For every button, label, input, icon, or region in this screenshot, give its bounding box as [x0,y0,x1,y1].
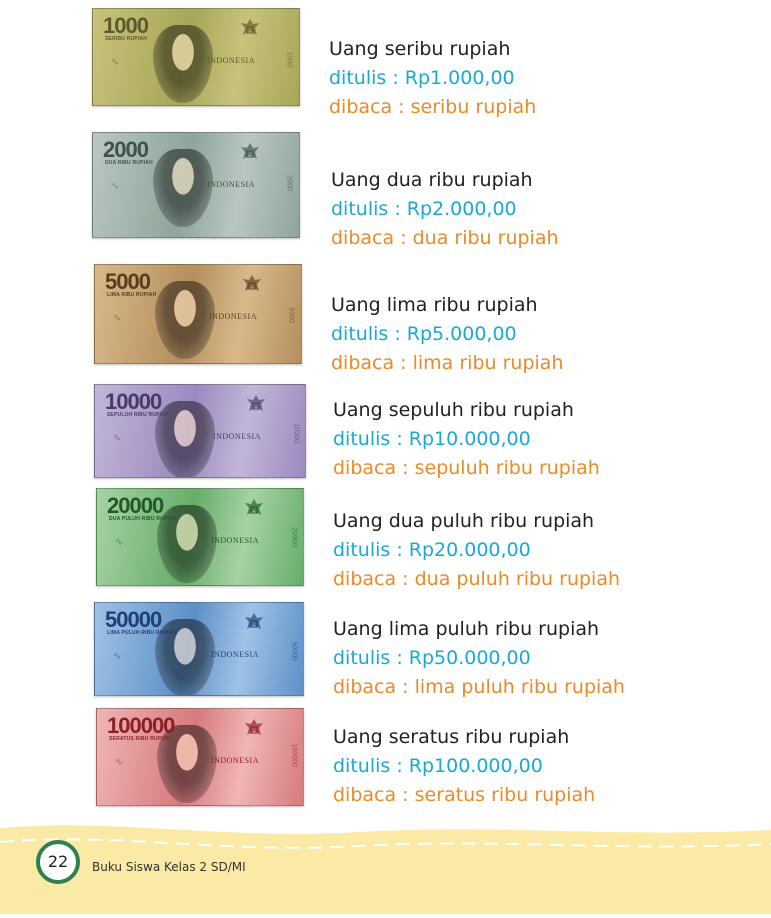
read-form: dibaca : lima ribu rupiah [331,352,564,374]
note-title: Uang lima puluh ribu rupiah [333,618,600,640]
written-form: ditulis : Rp1.000,00 [329,67,515,89]
portrait-image [153,149,213,227]
denomination-words: SERIBU RUPIAH [105,36,148,42]
banknote-10000: 10000 SEPULUH RIBU RUPIAH ∿ INDONESIA 10000 [94,384,306,478]
written-form: ditulis : Rp10.000,00 [333,428,531,450]
written-form: ditulis : Rp5.000,00 [331,323,517,345]
vertical-denomination: 2000 [286,175,293,191]
read-form: dibaca : dua ribu rupiah [331,227,559,249]
denomination-words: LIMA PULUH RIBU RUPIAH [107,630,177,636]
country-name: INDONESIA [210,536,259,545]
vertical-denomination: 10000 [292,423,299,443]
signature-mark: ∿ [111,57,120,68]
denomination-words: SEPULUH RIBU RUPIAH [107,412,169,418]
note-title: Uang seribu rupiah [329,38,511,60]
denomination-words: SERATUS RIBU RUPIAH [109,736,171,742]
portrait-image [155,281,215,359]
written-form: ditulis : Rp100.000,00 [333,755,543,777]
vertical-denomination: 50000 [290,641,297,661]
vertical-denomination: 5000 [288,307,295,323]
note-title: Uang dua ribu rupiah [331,169,533,191]
portrait-image [153,25,213,103]
read-form: dibaca : lima puluh ribu rupiah [333,676,625,698]
signature-mark: ∿ [115,757,124,768]
signature-mark: ∿ [113,313,122,324]
country-name: INDONESIA [208,312,257,321]
signature-mark: ∿ [111,181,120,192]
country-name: INDONESIA [206,180,255,189]
country-name: INDONESIA [210,650,259,659]
signature-mark: ∿ [113,433,122,444]
garuda-emblem-icon [245,499,263,515]
garuda-emblem-icon [247,395,265,411]
garuda-emblem-icon [245,613,263,629]
denomination-words: LIMA RIBU RUPIAH [107,292,157,298]
banknote-2000: 2000 DUA RIBU RUPIAH ∿ INDONESIA 2000 [92,132,300,238]
banknote-100000: 100000 SERATUS RIBU RUPIAH ∿ INDONESIA 10000… [96,708,304,806]
garuda-emblem-icon [243,275,261,291]
note-title: Uang dua puluh ribu rupiah [333,510,595,532]
vertical-denomination: 100000 [290,743,297,767]
country-name: INDONESIA [212,432,261,441]
denomination-words: DUA RIBU RUPIAH [105,160,153,166]
note-title: Uang sepuluh ribu rupiah [333,399,574,421]
garuda-emblem-icon [241,19,259,35]
signature-mark: ∿ [113,651,122,662]
garuda-emblem-icon [241,143,259,159]
denomination-words: DUA PULUH RIBU RUPIAH [109,516,177,522]
banknote-50000: 50000 LIMA PULUH RIBU RUPIAH ∿ INDONESIA 500… [94,602,304,696]
written-form: ditulis : Rp20.000,00 [333,539,531,561]
note-title: Uang seratus ribu rupiah [333,726,570,748]
read-form: dibaca : seribu rupiah [329,96,537,118]
vertical-denomination: 20000 [290,527,297,547]
read-form: dibaca : sepuluh ribu rupiah [333,457,600,479]
written-form: ditulis : Rp2.000,00 [331,198,517,220]
banknote-20000: 20000 DUA PULUH RIBU RUPIAH ∿ INDONESIA 2000… [96,488,304,586]
page-number: 22 [36,840,80,884]
read-form: dibaca : dua puluh ribu rupiah [333,568,621,590]
note-title: Uang lima ribu rupiah [331,294,538,316]
country-name: INDONESIA [206,56,255,65]
banknote-1000: 1000 SERIBU RUPIAH ∿ INDONESIA 1000 [92,8,300,106]
written-form: ditulis : Rp50.000,00 [333,647,531,669]
signature-mark: ∿ [115,537,124,548]
read-form: dibaca : seratus ribu rupiah [333,784,596,806]
book-title: Buku Siswa Kelas 2 SD/MI [92,860,246,874]
banknote-5000: 5000 LIMA RIBU RUPIAH ∿ INDONESIA 5000 [94,264,302,364]
vertical-denomination: 1000 [286,51,293,67]
garuda-emblem-icon [245,719,263,735]
country-name: INDONESIA [210,756,259,765]
